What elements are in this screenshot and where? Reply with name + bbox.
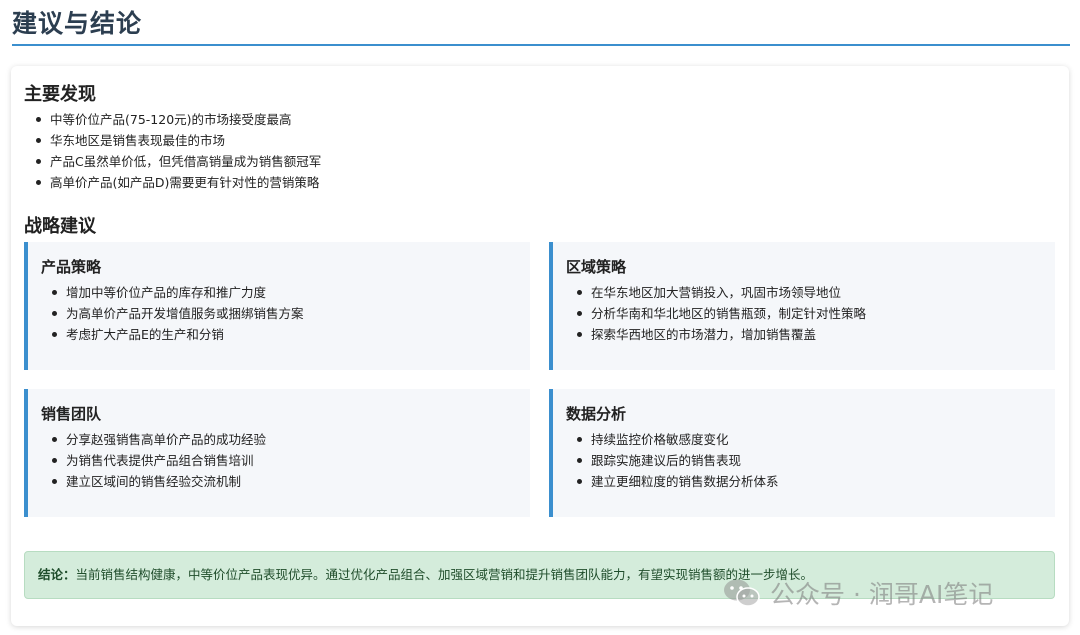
list-item: 增加中等价位产品的库存和推广力度 — [52, 282, 304, 303]
list-item: 华东地区是销售表现最佳的市场 — [36, 130, 321, 151]
region-strategy-list: 在华东地区加大营销投入，巩固市场领导地位 分析华南和华北地区的销售瓶颈，制定针对… — [577, 282, 866, 345]
strategy-title: 战略建议 — [24, 216, 96, 237]
page-header: 建议与结论 — [12, 6, 1070, 46]
findings-list: 中等价位产品(75-120元)的市场接受度最高 华东地区是销售表现最佳的市场 产… — [36, 109, 321, 193]
findings-title: 主要发现 — [24, 84, 96, 105]
box-title: 销售团队 — [41, 405, 102, 423]
conclusion-text: 当前销售结构健康，中等价位产品表现优异。通过优化产品组合、加强区域营销和提升销售… — [75, 567, 814, 582]
region-strategy-box: 区域策略 在华东地区加大营销投入，巩固市场领导地位 分析华南和华北地区的销售瓶颈… — [549, 242, 1055, 370]
list-item: 考虑扩大产品E的生产和分销 — [52, 324, 304, 345]
list-item: 中等价位产品(75-120元)的市场接受度最高 — [36, 109, 321, 130]
data-analysis-box: 数据分析 持续监控价格敏感度变化 跟踪实施建议后的销售表现 建立更细粒度的销售数… — [549, 389, 1055, 517]
list-item: 为销售代表提供产品组合销售培训 — [52, 450, 266, 471]
list-item: 探索华西地区的市场潜力，增加销售覆盖 — [577, 324, 866, 345]
conclusion-label: 结论： — [38, 567, 76, 582]
box-title: 区域策略 — [566, 258, 627, 276]
list-item: 分享赵强销售高单价产品的成功经验 — [52, 429, 266, 450]
product-strategy-box: 产品策略 增加中等价位产品的库存和推广力度 为高单价产品开发增值服务或捆绑销售方… — [24, 242, 530, 370]
list-item: 为高单价产品开发增值服务或捆绑销售方案 — [52, 303, 304, 324]
product-strategy-list: 增加中等价位产品的库存和推广力度 为高单价产品开发增值服务或捆绑销售方案 考虑扩… — [52, 282, 304, 345]
content-card: 主要发现 中等价位产品(75-120元)的市场接受度最高 华东地区是销售表现最佳… — [11, 66, 1069, 626]
wechat-icon — [724, 579, 760, 607]
list-item: 在华东地区加大营销投入，巩固市场领导地位 — [577, 282, 866, 303]
box-title: 产品策略 — [41, 258, 102, 276]
watermark-text: 公众号 · 润哥AI笔记 — [770, 580, 994, 609]
list-item: 高单价产品(如产品D)需要更有针对性的营销策略 — [36, 172, 321, 193]
list-item: 分析华南和华北地区的销售瓶颈，制定针对性策略 — [577, 303, 866, 324]
sales-team-list: 分享赵强销售高单价产品的成功经验 为销售代表提供产品组合销售培训 建立区域间的销… — [52, 429, 266, 492]
list-item: 产品C虽然单价低，但凭借高销量成为销售额冠军 — [36, 151, 321, 172]
page-title: 建议与结论 — [12, 9, 143, 38]
list-item: 建立更细粒度的销售数据分析体系 — [577, 471, 779, 492]
list-item: 跟踪实施建议后的销售表现 — [577, 450, 779, 471]
box-title: 数据分析 — [566, 405, 627, 423]
list-item: 持续监控价格敏感度变化 — [577, 429, 779, 450]
list-item: 建立区域间的销售经验交流机制 — [52, 471, 266, 492]
data-analysis-list: 持续监控价格敏感度变化 跟踪实施建议后的销售表现 建立更细粒度的销售数据分析体系 — [577, 429, 779, 492]
sales-team-box: 销售团队 分享赵强销售高单价产品的成功经验 为销售代表提供产品组合销售培训 建立… — [24, 389, 530, 517]
watermark: 公众号 · 润哥AI笔记 — [722, 573, 993, 613]
